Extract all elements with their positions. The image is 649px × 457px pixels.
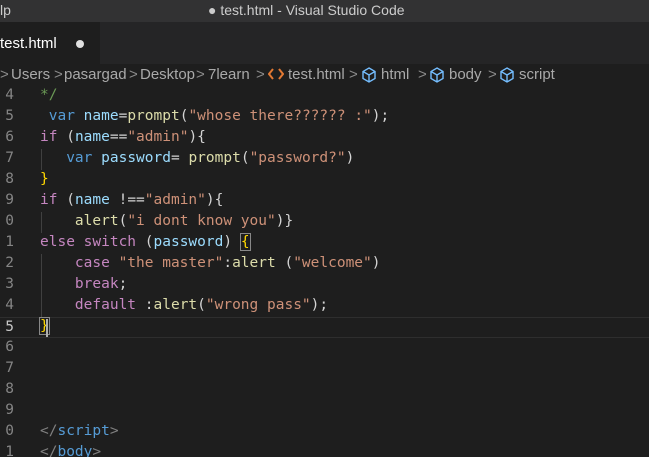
code-text: default :alert("wrong pass"); [74, 297, 329, 313]
line-number: 0 [5, 213, 14, 229]
line-number: 1 [5, 444, 14, 457]
window-title: ● test.html - Visual Studio Code [208, 2, 405, 18]
breadcrumb-separator: > [0, 66, 9, 83]
code-line[interactable]: 9 if (name !=="admin"){ [0, 191, 649, 212]
code-line[interactable]: 6 if (name=="admin"){ [0, 128, 649, 149]
code-line[interactable]: 9 [0, 401, 649, 422]
breadcrumb-item-html[interactable]: html [381, 66, 409, 83]
line-number: 5 [5, 319, 14, 335]
code-text: </body> [40, 444, 102, 457]
breadcrumb-item-script[interactable]: script [519, 66, 555, 83]
unsaved-dot-icon[interactable] [76, 40, 84, 48]
code-text: break; [74, 276, 128, 292]
breadcrumb-separator: > [349, 66, 358, 83]
code-line[interactable]: 1 </body> [0, 443, 649, 457]
closing-brace: } [40, 171, 49, 187]
code-line[interactable]: 7 var password= prompt("password?") [0, 149, 649, 170]
tab-label: test.html [0, 35, 57, 52]
line-number: 3 [5, 276, 14, 292]
line-number: 4 [5, 87, 14, 103]
code-line-current[interactable]: 5 } [0, 317, 649, 338]
breadcrumb-separator: > [418, 66, 427, 83]
code-text: </script> [40, 423, 119, 439]
code-line[interactable]: 5 var name=prompt("whose there?????? :")… [0, 107, 649, 128]
code-line[interactable]: 4 default :alert("wrong pass"); [0, 296, 649, 317]
code-line[interactable]: 4 */ [0, 86, 649, 107]
breadcrumb-item-users[interactable]: Users [11, 66, 50, 83]
tab-test-html[interactable]: test.html [0, 22, 100, 64]
element-cube-icon [429, 67, 445, 87]
line-number: 6 [5, 129, 14, 145]
matched-bracket: { [239, 233, 251, 251]
code-text: var password= prompt("password?") [66, 150, 355, 166]
code-text: if (name=="admin"){ [40, 129, 206, 145]
code-line[interactable]: 2 case "the master":alert ("welcome") [0, 254, 649, 275]
code-text: if (name !=="admin"){ [40, 192, 224, 208]
line-number: 7 [5, 150, 14, 166]
breadcrumb-separator: > [488, 66, 497, 83]
breadcrumb-item-test-html[interactable]: test.html [288, 66, 345, 83]
element-cube-icon [499, 67, 515, 87]
breadcrumb-item-body[interactable]: body [449, 66, 482, 83]
code-text: else switch (password) { [40, 233, 251, 251]
breadcrumb-item-pasargad[interactable]: pasargad [64, 66, 127, 83]
code-line[interactable]: 6 [0, 338, 649, 359]
code-text: case "the master":alert ("welcome") [74, 255, 381, 271]
line-number: 5 [5, 108, 14, 124]
breadcrumb-separator: > [256, 66, 265, 83]
code-text: var name=prompt("whose there?????? :"); [48, 108, 390, 124]
breadcrumb-separator: > [129, 66, 138, 83]
comment-close: */ [40, 87, 58, 103]
code-line[interactable]: 0 alert("i dont know you")} [0, 212, 649, 233]
line-number: 6 [5, 339, 14, 355]
line-number: 4 [5, 297, 14, 313]
code-line[interactable]: 8 [0, 380, 649, 401]
line-number: 2 [5, 255, 14, 271]
code-editor[interactable]: 4 */ 5 var name=prompt("whose there?????… [0, 86, 649, 457]
breadcrumb-separator: > [54, 66, 63, 83]
text-cursor [46, 319, 48, 337]
code-line[interactable]: 1 else switch (password) { [0, 233, 649, 254]
line-number: 8 [5, 171, 14, 187]
breadcrumb-item-7learn[interactable]: 7learn [208, 66, 250, 83]
element-cube-icon [361, 67, 377, 87]
title-bar: lp ● test.html - Visual Studio Code [0, 0, 649, 22]
line-number: 9 [5, 192, 14, 208]
line-number: 1 [5, 234, 14, 250]
line-number: 9 [5, 402, 14, 418]
line-number: 0 [5, 423, 14, 439]
breadcrumb-separator: > [196, 66, 205, 83]
code-line[interactable]: 7 [0, 359, 649, 380]
code-line[interactable]: 0 </script> [0, 422, 649, 443]
code-text: alert("i dont know you")} [74, 213, 294, 229]
breadcrumb: > Users > pasargad > Desktop > 7learn > … [0, 64, 649, 86]
line-number: 7 [5, 360, 14, 376]
code-line[interactable]: 8 } [0, 170, 649, 191]
menu-fragment[interactable]: lp [0, 2, 11, 18]
tab-bar: test.html [0, 22, 649, 64]
breadcrumb-item-desktop[interactable]: Desktop [140, 66, 195, 83]
code-line[interactable]: 3 break; [0, 275, 649, 296]
line-number: 8 [5, 381, 14, 397]
html-file-icon [267, 67, 285, 85]
